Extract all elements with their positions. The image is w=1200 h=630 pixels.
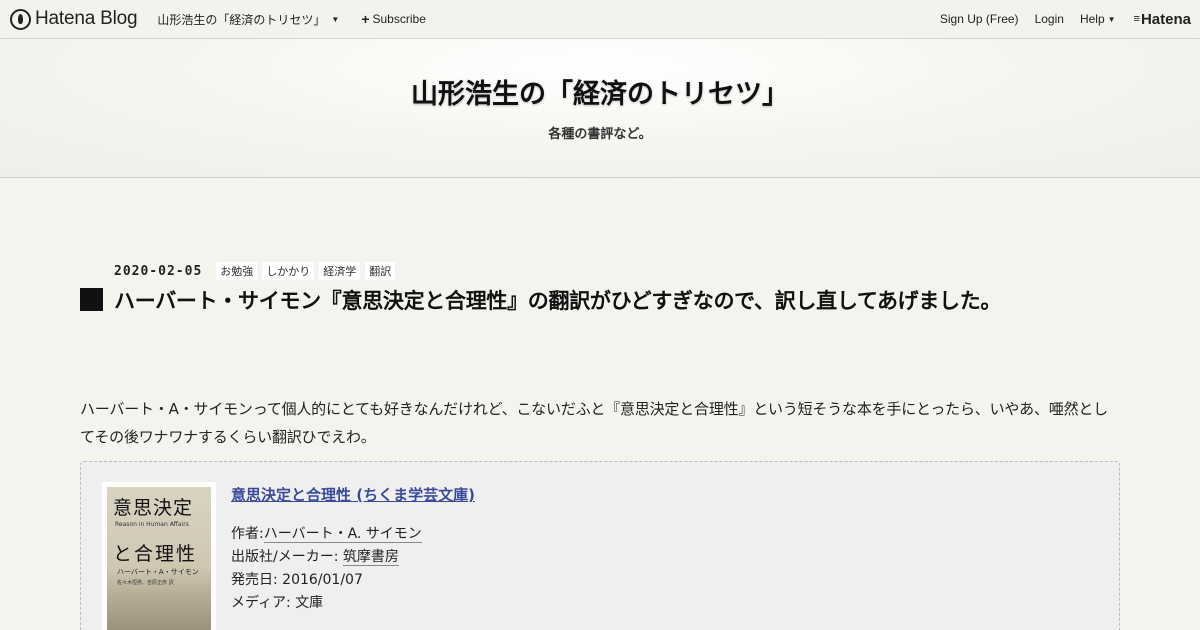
book-cover-art: 意思決定 Reason in Human Affairs と合理性 ハーバート・… [107,487,211,630]
category-tag[interactable]: しかかり [262,262,315,280]
subscribe-label: Subscribe [372,12,426,26]
blog-menu-dropdown[interactable]: 山形浩生の「経済のトリセツ」 ▼ [157,11,339,28]
blog-title[interactable]: 山形浩生の「経済のトリセツ」 [0,72,1200,111]
entry-meta: 2020-02-05 お勉強 しかかり 経済学 翻訳 [114,262,400,280]
account-links: Sign Up (Free) Login Help ▼ ≡ Hatena [924,11,1200,28]
blog-description: 各種の書評など。 [548,127,652,142]
release-label: 発売日: [231,572,283,588]
entry-date[interactable]: 2020-02-05 [114,264,202,279]
category-tag[interactable]: 経済学 [319,262,361,280]
cover-subtitle: Reason in Human Affairs [115,521,189,528]
hatena-brand-label: Hatena [1140,10,1191,28]
book-title-link[interactable]: 意思決定と合理性 (ちくま学芸文庫) [231,486,475,504]
book-media-row: メディア: 文庫 [231,592,475,615]
publisher-link[interactable]: 筑摩書房 [342,549,399,566]
book-embed-card: 意思決定 Reason in Human Affairs と合理性 ハーバート・… [80,461,1120,630]
help-menu[interactable]: Help ▼ [1080,12,1116,26]
book-publisher-row: 出版社/メーカー: 筑摩書房 [231,546,475,569]
hatena-brand-link[interactable]: ≡ Hatena [1134,11,1191,28]
main-content: 2020-02-05 お勉強 しかかり 経済学 翻訳 ハーバート・サイモン『意思… [0,178,1200,630]
help-label: Help [1079,12,1105,26]
book-author-row: 作者:ハーバート・A. サイモン [231,523,475,546]
cover-title-line2: と合理性 [113,543,198,565]
book-info: 意思決定と合理性 (ちくま学芸文庫) 作者:ハーバート・A. サイモン 出版社/… [231,484,475,615]
blog-menu-label: 山形浩生の「経済のトリセツ」 [157,12,326,27]
entry-title[interactable]: ハーバート・サイモン『意思決定と合理性』の翻訳がひどすぎなので、訳し直してあげま… [114,286,1001,316]
book-cover-image[interactable]: 意思決定 Reason in Human Affairs と合理性 ハーバート・… [102,482,216,630]
entry-header: ハーバート・サイモン『意思決定と合理性』の翻訳がひどすぎなので、訳し直してあげま… [80,286,1090,316]
plus-icon: + [361,11,370,27]
login-link[interactable]: Login [1035,12,1064,26]
entry-body-paragraph: ハーバート・A・サイモンって個人的にとても好きなんだけれど、こないだふと『意思決… [80,400,1108,446]
media-label: メディア: [231,595,296,611]
caret-down-icon: ▼ [331,14,340,24]
book-release-row: 発売日: 2016/01/07 [231,569,475,592]
author-link[interactable]: ハーバート・A. サイモン [263,526,422,543]
global-header: Hatena Blog 山形浩生の「経済のトリセツ」 ▼ + Subscribe… [0,0,1200,39]
category-tag[interactable]: お勉強 [216,262,258,280]
hatena-blog-logo-icon [10,8,31,30]
hatena-blog-logo[interactable]: Hatena Blog [10,0,138,39]
blog-header: 山形浩生の「経済のトリセツ」 各種の書評など。 [0,39,1200,178]
signup-link[interactable]: Sign Up (Free) [940,12,1019,26]
cover-title-line1: 意思決定 [113,497,194,519]
cover-author: ハーバート・A・サイモン [117,568,199,576]
subscribe-button[interactable]: + Subscribe [361,11,426,27]
category-tag[interactable]: 翻訳 [365,262,396,280]
author-label: 作者: [231,526,264,542]
logo-text: Hatena Blog [35,8,138,29]
hatena-mark-icon: ≡ [1133,13,1141,25]
publisher-label: 出版社/メーカー: [231,549,343,565]
cover-translators: 佐々木恒男、吉原正彦 訳 [117,580,174,586]
book-details: 作者:ハーバート・A. サイモン 出版社/メーカー: 筑摩書房 発売日: 201… [231,523,475,615]
media-value: 文庫 [295,595,324,611]
release-date: 2016/01/07 [282,572,363,588]
entry-categories: お勉強 しかかり 経済学 翻訳 [216,262,400,280]
caret-down-icon: ▼ [1107,14,1116,24]
title-square-icon [80,288,103,311]
